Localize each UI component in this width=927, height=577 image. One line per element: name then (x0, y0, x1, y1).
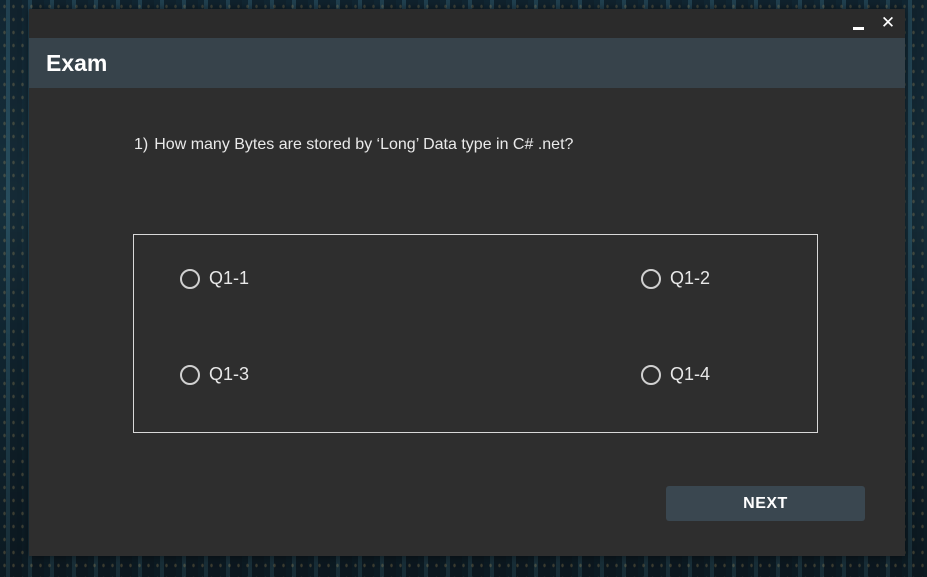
page-title: Exam (46, 50, 108, 76)
close-icon: ✕ (880, 13, 896, 32)
answer-option-3[interactable]: Q1-3 (180, 364, 249, 385)
answer-option-4[interactable]: Q1-4 (641, 364, 710, 385)
answer-option-label: Q1-1 (209, 268, 250, 288)
window-titlebar[interactable]: ✕ (29, 9, 905, 38)
radio-button-icon[interactable] (641, 268, 661, 289)
exam-window: ✕ Exam 1) How many Bytes are stored by ‘L… (29, 9, 905, 556)
radio-button-icon[interactable] (180, 364, 200, 385)
answer-option-1[interactable]: Q1-1 (180, 268, 249, 289)
minimize-button[interactable] (847, 12, 869, 34)
question-number: 1) (134, 136, 149, 153)
question-body: How many Bytes are stored by ‘Long’ Data… (154, 136, 574, 153)
question-text: 1) How many Bytes are stored by ‘Long’ Da… (134, 136, 573, 154)
radio-button-icon[interactable] (641, 364, 661, 385)
answer-options-group: Q1-1 Q1-2 Q1-3 Q1-4 (133, 234, 818, 433)
next-button[interactable]: NEXT (666, 486, 865, 521)
radio-button-icon[interactable] (180, 268, 200, 289)
answer-option-label: Q1-2 (670, 268, 711, 288)
answer-option-label: Q1-3 (209, 364, 250, 384)
answer-option-label: Q1-4 (670, 364, 711, 384)
answer-option-2[interactable]: Q1-2 (641, 268, 710, 289)
minimize-icon (852, 26, 864, 30)
close-button[interactable]: ✕ (877, 12, 899, 34)
window-header: Exam (29, 38, 905, 88)
